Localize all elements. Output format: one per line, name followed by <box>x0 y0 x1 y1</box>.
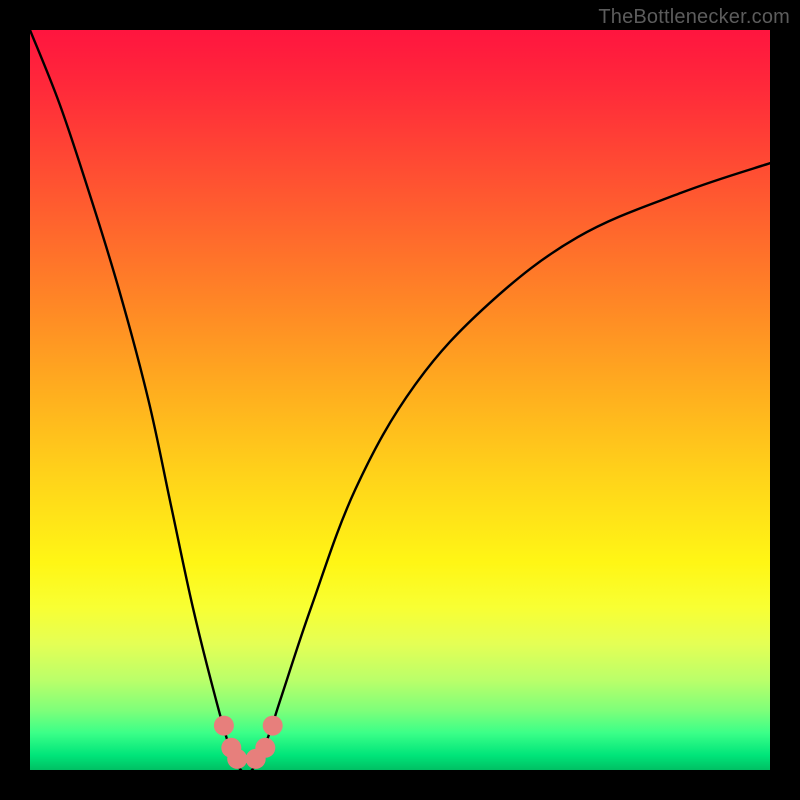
curve-path <box>30 30 770 770</box>
highlight-dot <box>263 716 283 736</box>
bottleneck-curve <box>30 30 770 770</box>
highlight-dot <box>227 749 247 769</box>
highlight-dots <box>214 716 283 769</box>
watermark-text: TheBottlenecker.com <box>598 6 790 29</box>
chart-frame: TheBottlenecker.com <box>0 0 800 800</box>
highlight-dot <box>255 738 275 758</box>
highlight-dot <box>214 716 234 736</box>
plot-area <box>30 30 770 770</box>
